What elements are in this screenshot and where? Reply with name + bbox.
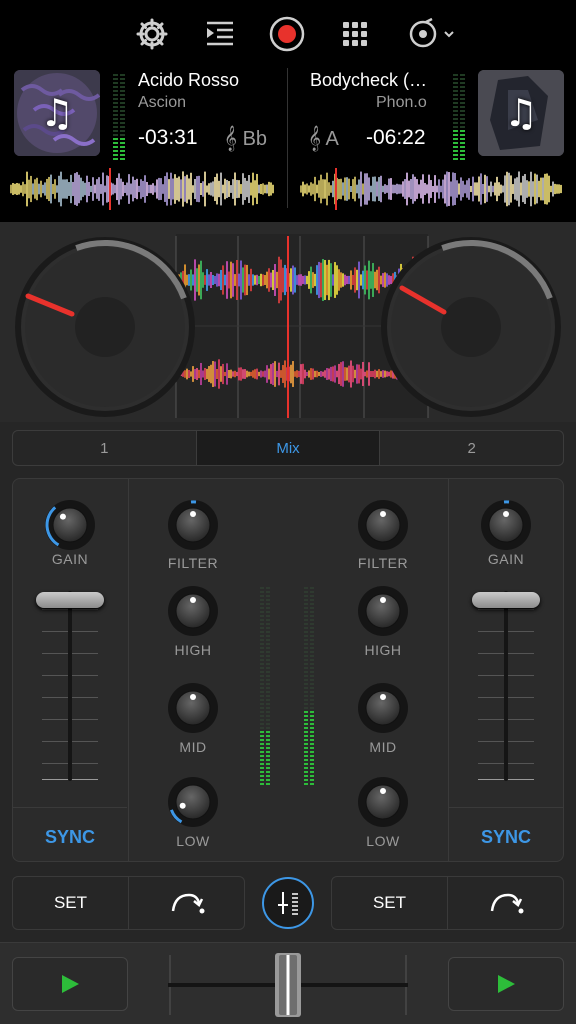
deck1-album-art[interactable]: ♫ — [14, 70, 100, 156]
settings-gear-icon[interactable] — [132, 14, 172, 54]
deck1-key-value: Bb — [242, 128, 268, 150]
mixer-eq-button[interactable] — [262, 877, 314, 929]
fader-cap[interactable] — [472, 592, 540, 609]
tab-deck2[interactable]: 2 — [380, 431, 563, 465]
deck2-low-label: LOW — [366, 833, 400, 849]
grid-apps-icon[interactable] — [335, 14, 375, 54]
deck1-title: Acido Rosso — [138, 70, 240, 90]
arrow-curve-icon — [490, 893, 523, 914]
deck2-key-value: A — [325, 128, 339, 150]
deck1-artist: Ascion — [138, 94, 187, 111]
deck2-jog-wheel[interactable] — [378, 234, 564, 420]
deck2-filter-knob[interactable] — [357, 499, 409, 551]
sync-separator — [449, 807, 563, 808]
arrow-curve-icon — [171, 893, 204, 914]
deck1-key[interactable]: 𝄞 Bb — [224, 126, 267, 151]
tab-deck1[interactable]: 1 — [13, 431, 197, 465]
deck2-key[interactable]: 𝄞 A — [308, 126, 339, 151]
deck2-channel-meter — [304, 587, 314, 785]
column-separator — [448, 479, 449, 861]
deck2-artist: Phon.o — [376, 94, 427, 111]
sync-separator — [13, 807, 127, 808]
music-note-icon: ♫ — [39, 91, 75, 135]
deck2-overview-waveform[interactable] — [300, 168, 562, 210]
deck2-gain-label: GAIN — [487, 551, 525, 567]
top-bar: ♫ Acido Rosso Ascion -03:31 𝄞 Bb Bodyche… — [0, 0, 576, 222]
deck2-mid-knob[interactable] — [357, 682, 409, 734]
play-icon — [62, 975, 79, 993]
deck1-level-meter — [113, 74, 125, 160]
deck1-channel-meter — [260, 587, 270, 785]
deck2-time: -06:22 — [366, 126, 426, 149]
deck1-mid-label: MID — [179, 739, 207, 755]
column-separator — [128, 479, 129, 861]
fader-track — [504, 591, 508, 781]
deck2-volume-fader[interactable] — [466, 583, 546, 783]
tab-mix[interactable]: Mix — [196, 431, 381, 465]
jog-area — [0, 222, 576, 422]
deck1-sync-button[interactable]: SYNC — [13, 827, 127, 848]
deck2-high-label: HIGH — [364, 642, 402, 658]
mixer-panel: GAIN GAIN SYNC SYNC FILTER HIGH MID LOW … — [12, 478, 564, 862]
deck2-album-art[interactable]: ♫ — [478, 70, 564, 156]
deck1-low-label: LOW — [176, 833, 210, 849]
deck1-set-button[interactable]: SET — [13, 877, 129, 929]
deck2-low-knob[interactable] — [357, 776, 409, 828]
treble-clef-icon: 𝄞 — [224, 126, 238, 151]
deck1-mid-knob[interactable] — [167, 682, 219, 734]
deck2-title: Bodycheck (… — [310, 70, 428, 90]
deck-tabs: 1 Mix 2 — [12, 430, 564, 466]
deck2-filter-label: FILTER — [357, 555, 409, 571]
play-icon — [498, 975, 515, 993]
deck2-sync-button[interactable]: SYNC — [449, 827, 563, 848]
deck1-filter-label: FILTER — [167, 555, 219, 571]
deck1-play-button[interactable] — [12, 957, 128, 1011]
deck1-jog-wheel[interactable] — [12, 234, 198, 420]
deck1-high-label: HIGH — [174, 642, 212, 658]
deck1-cue-group: SET — [12, 876, 245, 930]
deck2-info: Bodycheck (… Phon.o 𝄞 A -06:22 ♫ — [288, 62, 576, 222]
fader-track — [68, 591, 72, 781]
deck2-gain-knob[interactable] — [480, 499, 532, 551]
deck1-overview-waveform[interactable] — [10, 168, 274, 210]
deck1-gain-knob[interactable] — [44, 499, 96, 551]
music-note-icon: ♫ — [503, 91, 539, 135]
deck2-mid-label: MID — [369, 739, 397, 755]
crossfader[interactable] — [160, 951, 416, 1019]
deck2-set-button[interactable]: SET — [332, 877, 448, 929]
treble-clef-icon: 𝄞 — [308, 126, 322, 151]
deck2-loop-button[interactable] — [448, 877, 563, 929]
transport-bar — [0, 942, 576, 1024]
fader-cap[interactable] — [36, 592, 104, 609]
deck2-cue-group: SET — [331, 876, 564, 930]
deck1-gain-label: GAIN — [51, 551, 89, 567]
vinyl-menu-icon[interactable] — [404, 14, 460, 54]
deck2-play-button[interactable] — [448, 957, 564, 1011]
record-icon[interactable] — [267, 14, 307, 54]
deck1-info: ♫ Acido Rosso Ascion -03:31 𝄞 Bb — [0, 62, 288, 222]
deck2-high-knob[interactable] — [357, 585, 409, 637]
playlist-queue-icon[interactable] — [200, 14, 240, 54]
deck1-filter-knob[interactable] — [167, 499, 219, 551]
mixer-eq-icon — [278, 892, 298, 915]
deck1-low-knob[interactable] — [167, 776, 219, 828]
deck1-volume-fader[interactable] — [30, 583, 110, 783]
deck2-level-meter — [453, 74, 465, 160]
deck1-time: -03:31 — [138, 126, 198, 149]
deck1-loop-button[interactable] — [129, 877, 244, 929]
deck1-high-knob[interactable] — [167, 585, 219, 637]
